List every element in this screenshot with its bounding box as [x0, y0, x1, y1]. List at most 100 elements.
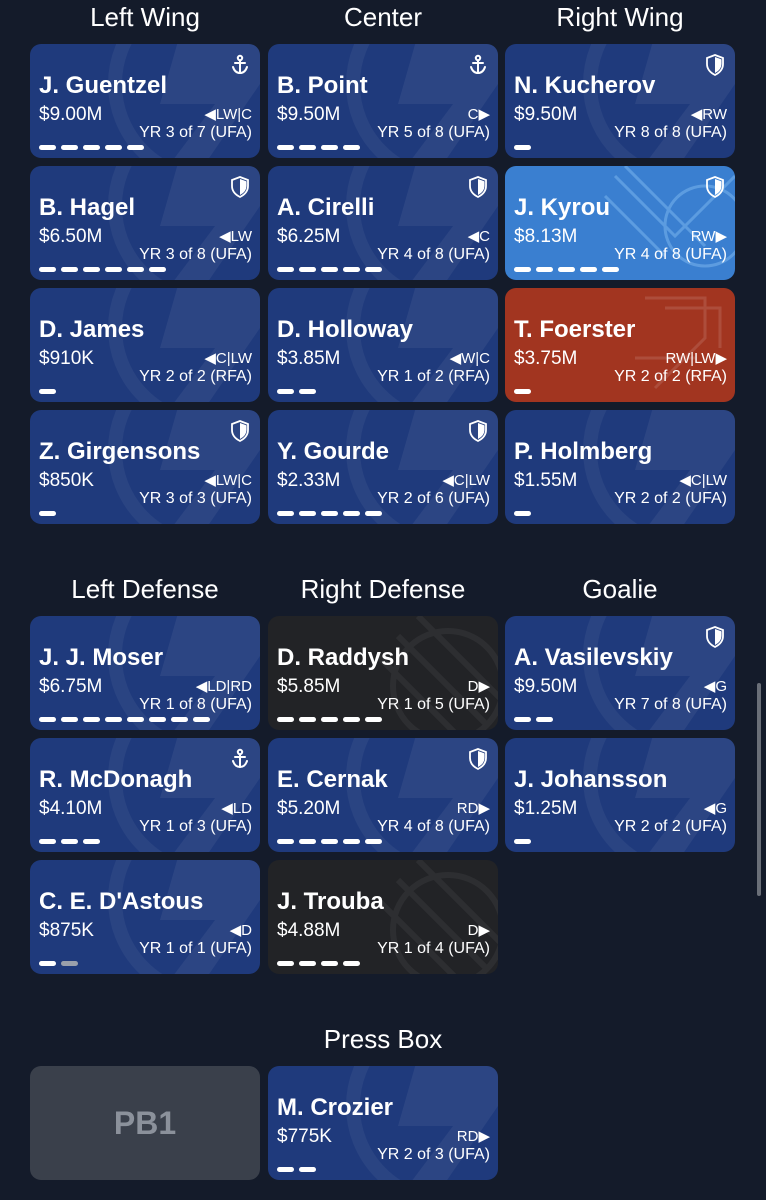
player-position: RW▶ — [690, 228, 727, 245]
player-position: D▶ — [467, 678, 490, 695]
contract-year-dash — [127, 267, 144, 272]
player-contract: YR 3 of 8 (UFA) — [139, 246, 252, 263]
player-position: ◀W|C — [449, 350, 490, 367]
contract-years-indicator — [277, 389, 316, 394]
contract-year-dash — [83, 145, 100, 150]
player-card[interactable]: Y. Gourde $2.33M ◀C|LW YR 2 of 6 (UFA) — [268, 410, 498, 524]
player-contract: YR 3 of 7 (UFA) — [139, 124, 252, 141]
player-name: A. Vasilevskiy — [514, 644, 673, 671]
player-card[interactable]: D. James $910K ◀C|LW YR 2 of 2 (RFA) — [30, 288, 260, 402]
player-contract: YR 4 of 8 (UFA) — [377, 246, 490, 263]
player-name: D. Raddysh — [277, 644, 410, 671]
player-salary: $4.10M — [39, 798, 103, 819]
contract-years-indicator — [39, 267, 166, 272]
player-name: D. Holloway — [277, 316, 414, 343]
player-card[interactable]: J. Trouba $4.88M D▶ YR 1 of 4 (UFA) — [268, 860, 498, 974]
contract-year-dash — [514, 145, 531, 150]
contract-year-dash — [277, 511, 294, 516]
player-card[interactable]: E. Cernak $5.20M RD▶ YR 4 of 8 (UFA) — [268, 738, 498, 852]
player-salary: $6.50M — [39, 226, 103, 247]
contract-year-dash — [61, 267, 78, 272]
contract-years-indicator — [277, 145, 360, 150]
player-position: ◀C — [467, 228, 490, 245]
contract-year-dash — [536, 267, 553, 272]
contract-years-indicator — [514, 145, 531, 150]
contract-year-dash — [514, 389, 531, 394]
player-card[interactable]: A. Cirelli $6.25M ◀C YR 4 of 8 (UFA) — [268, 166, 498, 280]
player-card[interactable]: B. Point $9.50M C▶ YR 5 of 8 (UFA) — [268, 44, 498, 158]
player-card[interactable]: C. E. D'Astous $875K ◀D YR 1 of 1 (UFA) — [30, 860, 260, 974]
player-salary: $875K — [39, 920, 94, 941]
contract-year-dash — [343, 145, 360, 150]
player-card[interactable]: D. Holloway $3.85M ◀W|C YR 1 of 2 (RFA) — [268, 288, 498, 402]
contract-year-dash — [277, 267, 294, 272]
section-header-press-box: Press Box — [323, 1024, 443, 1054]
player-contract: YR 1 of 8 (UFA) — [139, 696, 252, 713]
player-contract: YR 7 of 8 (UFA) — [614, 696, 727, 713]
contract-year-dash — [127, 145, 144, 150]
player-card[interactable]: N. Kucherov $9.50M ◀RW YR 8 of 8 (UFA) — [505, 44, 735, 158]
player-contract: YR 5 of 8 (UFA) — [377, 124, 490, 141]
player-name: B. Hagel — [39, 194, 136, 221]
player-position: ◀RW — [690, 106, 727, 123]
player-salary: $775K — [277, 1126, 332, 1147]
player-position: ◀LW|C — [204, 106, 252, 123]
contract-year-dash — [299, 145, 316, 150]
player-card[interactable]: B. Hagel $6.50M ◀LW YR 3 of 8 (UFA) — [30, 166, 260, 280]
contract-years-indicator — [514, 267, 619, 272]
shield-icon — [231, 176, 249, 198]
press-box-empty-slot[interactable]: PB1 — [30, 1066, 260, 1180]
contract-year-dash — [277, 717, 294, 722]
player-position: RW|LW▶ — [665, 350, 727, 367]
player-salary: $910K — [39, 348, 94, 369]
contract-years-indicator — [39, 839, 100, 844]
contract-year-dash — [321, 511, 338, 516]
contract-years-indicator — [277, 267, 382, 272]
player-salary: $5.85M — [277, 676, 341, 697]
contract-year-dash — [277, 145, 294, 150]
player-card[interactable]: D. Raddysh $5.85M D▶ YR 1 of 5 (UFA) — [268, 616, 498, 730]
contract-year-dash — [61, 961, 78, 966]
contract-year-dash — [149, 717, 166, 722]
player-name: E. Cernak — [277, 766, 388, 793]
contract-year-dash — [39, 717, 56, 722]
player-name: J. Johansson — [514, 766, 668, 793]
contract-year-dash — [365, 717, 382, 722]
player-card[interactable]: J. Guentzel $9.00M ◀LW|C YR 3 of 7 (UFA) — [30, 44, 260, 158]
contract-year-dash — [365, 511, 382, 516]
contract-year-dash — [83, 839, 100, 844]
contract-year-dash — [61, 717, 78, 722]
player-card[interactable]: A. Vasilevskiy $9.50M ◀G YR 7 of 8 (UFA) — [505, 616, 735, 730]
contract-year-dash — [365, 267, 382, 272]
player-name: A. Cirelli — [277, 194, 375, 221]
contract-year-dash — [149, 267, 166, 272]
contract-years-indicator — [277, 717, 382, 722]
player-contract: YR 2 of 2 (RFA) — [139, 368, 252, 385]
contract-year-dash — [105, 267, 122, 272]
contract-year-dash — [536, 717, 553, 722]
contract-year-dash — [299, 839, 316, 844]
section-header-center: Center — [343, 2, 423, 32]
contract-year-dash — [558, 267, 575, 272]
scrollbar[interactable] — [757, 683, 761, 896]
player-contract: YR 4 of 8 (UFA) — [377, 818, 490, 835]
player-card[interactable]: P. Holmberg $1.55M ◀C|LW YR 2 of 2 (UFA) — [505, 410, 735, 524]
player-contract: YR 2 of 2 (UFA) — [614, 490, 727, 507]
player-card[interactable]: R. McDonagh $4.10M ◀LD YR 1 of 3 (UFA) — [30, 738, 260, 852]
player-card[interactable]: J. Johansson $1.25M ◀G YR 2 of 2 (UFA) — [505, 738, 735, 852]
player-card[interactable]: J. J. Moser $6.75M ◀LD|RD YR 1 of 8 (UFA) — [30, 616, 260, 730]
player-salary: $2.33M — [277, 470, 341, 491]
contract-year-dash — [365, 839, 382, 844]
player-card[interactable]: Z. Girgensons $850K ◀LW|C YR 3 of 3 (UFA) — [30, 410, 260, 524]
section-header-left-defense: Left Defense — [71, 574, 219, 604]
player-card[interactable]: T. Foerster $3.75M RW|LW▶ YR 2 of 2 (RFA) — [505, 288, 735, 402]
contract-year-dash — [299, 1167, 316, 1172]
player-card[interactable]: J. Kyrou $8.13M RW▶ YR 4 of 8 (UFA) — [505, 166, 735, 280]
shield-icon — [706, 176, 724, 198]
contract-years-indicator — [39, 145, 144, 150]
contract-year-dash — [171, 717, 188, 722]
player-contract: YR 1 of 4 (UFA) — [377, 940, 490, 957]
player-card[interactable]: M. Crozier $775K RD▶ YR 2 of 3 (UFA) — [268, 1066, 498, 1180]
player-name: M. Crozier — [277, 1094, 394, 1121]
contract-years-indicator — [514, 389, 531, 394]
